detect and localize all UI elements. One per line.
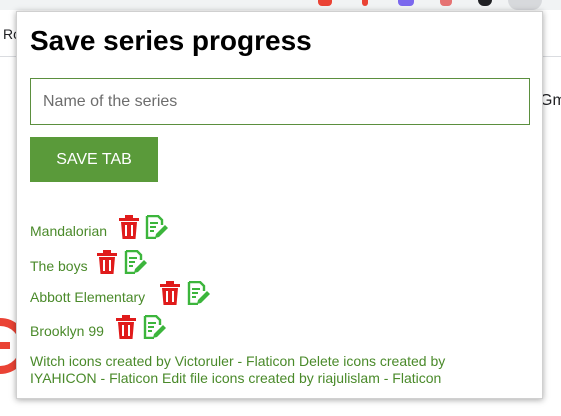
list-item: The boys: [30, 239, 530, 275]
trash-icon[interactable]: [96, 250, 118, 274]
edit-file-icon[interactable]: [187, 280, 210, 306]
trash-icon[interactable]: [115, 315, 137, 339]
extension-icon[interactable]: [440, 0, 452, 6]
edit-file-icon[interactable]: [124, 249, 147, 275]
extension-icon[interactable]: [398, 0, 414, 6]
edit-file-icon[interactable]: [145, 214, 168, 240]
list-item: Mandalorian: [30, 205, 530, 240]
extension-icon[interactable]: [362, 0, 368, 6]
series-link[interactable]: Mandalorian: [30, 223, 107, 239]
series-link[interactable]: Abbott Elementary: [30, 289, 145, 305]
save-tab-button[interactable]: SAVE TAB: [30, 137, 158, 182]
series-link[interactable]: The boys: [30, 258, 88, 274]
series-link[interactable]: Brooklyn 99: [30, 323, 104, 339]
list-item: Abbott Elementary: [30, 274, 530, 306]
trash-icon[interactable]: [159, 281, 181, 305]
page-text-fragment: Gm: [540, 92, 561, 109]
icon-credits: Witch icons created by Victoruler - Flat…: [30, 353, 446, 386]
popup-title: Save series progress: [30, 25, 312, 56]
edit-file-icon[interactable]: [143, 314, 166, 340]
extension-popup: Save series progress SAVE TAB Mandaloria…: [16, 11, 543, 399]
browser-toolbar: [0, 0, 561, 10]
trash-icon[interactable]: [118, 215, 140, 239]
active-extension-icon[interactable]: [508, 0, 542, 10]
series-name-input[interactable]: [30, 78, 530, 125]
extension-icon[interactable]: [318, 0, 332, 6]
series-list: Mandalorian The boys Abbott Elementary B…: [30, 205, 530, 340]
list-item: Brooklyn 99: [30, 305, 530, 340]
